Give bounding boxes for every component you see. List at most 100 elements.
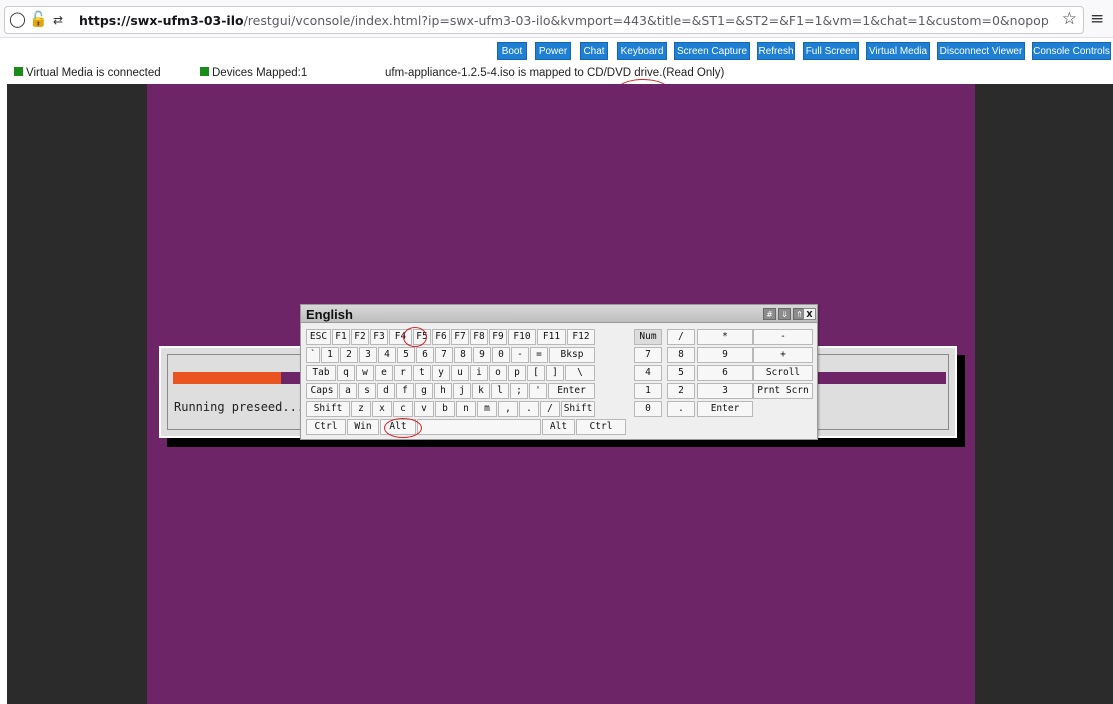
key-rbracket[interactable]: ] — [546, 365, 564, 381]
key-p[interactable]: p — [508, 365, 526, 381]
chat-button[interactable]: Chat — [580, 42, 608, 60]
numpad-key-num[interactable]: Num — [634, 329, 662, 345]
numpad-key-scroll[interactable]: Scroll — [753, 365, 813, 381]
key-tab[interactable]: Tab — [306, 365, 336, 381]
key-u[interactable]: u — [451, 365, 469, 381]
key-f8[interactable]: F8 — [470, 329, 488, 345]
key-win[interactable]: Win — [347, 419, 379, 435]
key-t[interactable]: t — [413, 365, 431, 381]
console-controls-button[interactable]: Console Controls — [1032, 42, 1111, 60]
keyboard-button[interactable]: Keyboard — [617, 42, 667, 60]
key-f4[interactable]: F4 — [389, 329, 412, 345]
lock-warning-icon[interactable]: 🔓 — [29, 10, 48, 28]
key-8[interactable]: 8 — [454, 347, 472, 363]
key-period[interactable]: . — [519, 401, 539, 417]
key-ctrl[interactable]: Ctrl — [306, 419, 346, 435]
numpad-key-6[interactable]: 6 — [697, 365, 753, 381]
url-text[interactable]: https://swx-ufm3-03-ilo/restgui/vconsole… — [79, 13, 1049, 28]
numpad-key-slash[interactable]: / — [667, 329, 695, 345]
keyboard-pin-icon[interactable]: # — [763, 308, 776, 320]
keyboard-title-bar[interactable]: English # ⇓ ⇑ X — [301, 305, 817, 323]
key-lbracket[interactable]: [ — [527, 365, 545, 381]
key-alt[interactable]: Alt — [542, 419, 575, 435]
key-caps[interactable]: Caps — [306, 383, 338, 399]
keyboard-shrink-icon[interactable]: ⇓ — [778, 308, 791, 320]
numpad-key-4[interactable]: 4 — [634, 365, 662, 381]
key-9[interactable]: 9 — [473, 347, 491, 363]
key-f12[interactable]: F12 — [567, 329, 595, 345]
key-w[interactable]: w — [356, 365, 374, 381]
full-screen-button[interactable]: Full Screen — [803, 42, 859, 60]
key-j[interactable]: j — [453, 383, 471, 399]
keyboard-close-icon[interactable]: X — [803, 308, 816, 320]
key-y[interactable]: y — [432, 365, 450, 381]
bookmark-star-icon[interactable]: ☆ — [1062, 9, 1077, 29]
boot-button[interactable]: Boot — [497, 42, 527, 60]
key-backtick[interactable]: ` — [306, 347, 320, 363]
key-l[interactable]: l — [491, 383, 509, 399]
numpad-key-7[interactable]: 7 — [634, 347, 662, 363]
key-5[interactable]: 5 — [397, 347, 415, 363]
key-b[interactable]: b — [435, 401, 455, 417]
numpad-key-enter[interactable]: Enter — [697, 401, 753, 417]
key-v[interactable]: v — [414, 401, 434, 417]
numpad-key-1[interactable]: 1 — [634, 383, 662, 399]
key-a[interactable]: a — [339, 383, 357, 399]
numpad-key-period[interactable]: . — [667, 401, 695, 417]
key-f11[interactable]: F11 — [537, 329, 566, 345]
numpad-key-8[interactable]: 8 — [667, 347, 695, 363]
key-semicolon[interactable]: ; — [510, 383, 528, 399]
key-f2[interactable]: F2 — [351, 329, 369, 345]
key-3[interactable]: 3 — [359, 347, 377, 363]
key-shift[interactable]: Shift — [306, 401, 350, 417]
key-6[interactable]: 6 — [416, 347, 434, 363]
key-quote[interactable]: ' — [529, 383, 547, 399]
key-e[interactable]: e — [375, 365, 393, 381]
key-d[interactable]: d — [377, 383, 395, 399]
key-x[interactable]: x — [372, 401, 392, 417]
hamburger-menu-icon[interactable]: ≡ — [1090, 9, 1104, 29]
key-f10[interactable]: F10 — [508, 329, 536, 345]
numpad-key-9[interactable]: 9 — [697, 347, 753, 363]
key-f7[interactable]: F7 — [451, 329, 469, 345]
key-shift[interactable]: Shift — [561, 401, 595, 417]
key-q[interactable]: q — [337, 365, 355, 381]
key-n[interactable]: n — [456, 401, 476, 417]
key-4[interactable]: 4 — [378, 347, 396, 363]
permissions-icon[interactable]: ⇄ — [53, 13, 63, 27]
key-comma[interactable]: , — [498, 401, 518, 417]
refresh-button[interactable]: Refresh — [757, 42, 795, 60]
key-space[interactable] — [417, 419, 541, 435]
key-o[interactable]: o — [489, 365, 507, 381]
virtual-media-button[interactable]: Virtual Media — [866, 42, 930, 60]
shield-icon[interactable]: ◯ — [9, 10, 26, 28]
on-screen-keyboard[interactable]: English # ⇓ ⇑ X ESC F1 F2 F3 F4 F5 F6 F7 F8 F9 F10… — [300, 304, 818, 440]
numpad-key-minus[interactable]: - — [753, 329, 813, 345]
numpad-key-asterisk[interactable]: * — [697, 329, 753, 345]
key-equals[interactable]: = — [530, 347, 548, 363]
address-field[interactable]: ◯ 🔓 ⇄ https://swx-ufm3-03-ilo/restgui/vc… — [4, 6, 1084, 34]
key-7[interactable]: 7 — [435, 347, 453, 363]
numpad-key-prnt-scrn[interactable]: Prnt Scrn — [753, 383, 813, 399]
key-f9[interactable]: F9 — [489, 329, 507, 345]
key-slash[interactable]: / — [540, 401, 560, 417]
numpad-key-3[interactable]: 3 — [697, 383, 753, 399]
key-g[interactable]: g — [415, 383, 433, 399]
screen-capture-button[interactable]: Screen Capture — [674, 42, 750, 60]
key-z[interactable]: z — [351, 401, 371, 417]
key-c[interactable]: c — [393, 401, 413, 417]
key-0[interactable]: 0 — [492, 347, 510, 363]
disconnect-viewer-button[interactable]: Disconnect Viewer — [937, 42, 1025, 60]
key-backslash[interactable]: \ — [565, 365, 595, 381]
key-h[interactable]: h — [434, 383, 452, 399]
key-i[interactable]: i — [470, 365, 488, 381]
key-alt[interactable]: Alt — [380, 419, 416, 435]
key-f1[interactable]: F1 — [332, 329, 350, 345]
key-k[interactable]: k — [472, 383, 490, 399]
numpad-key-5[interactable]: 5 — [667, 365, 695, 381]
key-ctrl[interactable]: Ctrl — [576, 419, 626, 435]
key-f5[interactable]: F5 — [413, 329, 431, 345]
key-f[interactable]: f — [396, 383, 414, 399]
key-1[interactable]: 1 — [321, 347, 339, 363]
key-s[interactable]: s — [358, 383, 376, 399]
